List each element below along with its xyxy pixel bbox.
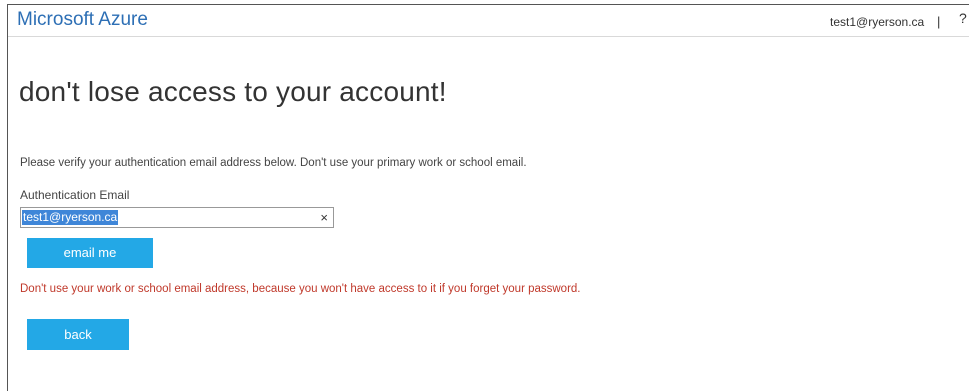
close-icon[interactable]: × <box>320 210 328 225</box>
brand-logo[interactable]: Microsoft Azure <box>17 9 148 31</box>
instruction-text: Please verify your authentication email … <box>20 157 527 169</box>
page-frame: Microsoft Azure test1@ryerson.ca | ? <box>7 4 969 391</box>
email-field-value[interactable]: test1@ryerson.ca <box>22 210 119 225</box>
help-icon[interactable]: ? <box>959 10 967 26</box>
authentication-email-field[interactable]: test1@ryerson.ca × <box>20 207 334 228</box>
email-me-button[interactable]: email me <box>27 238 153 268</box>
authentication-email-label: Authentication Email <box>20 188 130 202</box>
top-bar: Microsoft Azure test1@ryerson.ca | ? <box>8 5 969 37</box>
page-title: don't lose access to your account! <box>19 76 447 107</box>
warning-text: Don't use your work or school email addr… <box>20 283 581 295</box>
user-account-menu[interactable]: test1@ryerson.ca <box>830 15 924 29</box>
header-separator: | <box>937 14 941 29</box>
back-button[interactable]: back <box>27 319 129 350</box>
